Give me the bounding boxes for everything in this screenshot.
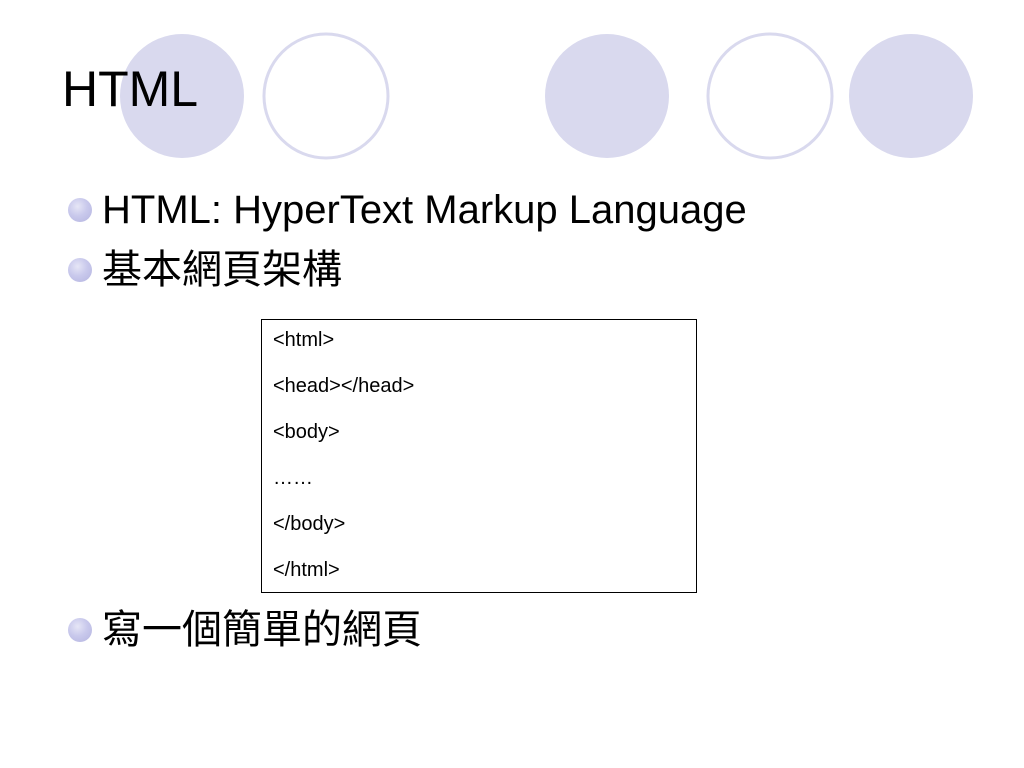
code-line: </html> bbox=[273, 559, 340, 581]
code-line: <head></head> bbox=[273, 375, 415, 397]
bullet-item: HTML: HyperText Markup Language bbox=[68, 190, 747, 230]
bullet-item: 寫一個簡單的網頁 bbox=[68, 610, 422, 650]
bullet-item: 基本網頁架構 bbox=[68, 250, 342, 290]
code-line: …… bbox=[273, 467, 313, 489]
decorative-circle-outline bbox=[706, 32, 834, 160]
bullet-dot-icon bbox=[68, 198, 92, 222]
slide-title: HTML bbox=[62, 61, 199, 117]
bullet-text: 基本網頁架構 bbox=[102, 247, 342, 293]
bullet-dot-icon bbox=[68, 258, 92, 282]
html-structure-code-box: <html> <head></head> <body> …… </body> <… bbox=[261, 319, 697, 593]
decorative-circle-outline bbox=[262, 32, 390, 160]
decorative-circle-filled bbox=[849, 34, 973, 158]
bullet-dot-icon bbox=[68, 618, 92, 642]
bullet-text: HTML: HyperText Markup Language bbox=[102, 188, 747, 232]
code-line: <html> bbox=[273, 329, 335, 351]
decorative-circle-filled bbox=[545, 34, 669, 158]
bullet-text: 寫一個簡單的網頁 bbox=[102, 607, 422, 653]
code-line: </body> bbox=[273, 513, 346, 535]
code-line: <body> bbox=[273, 421, 340, 443]
